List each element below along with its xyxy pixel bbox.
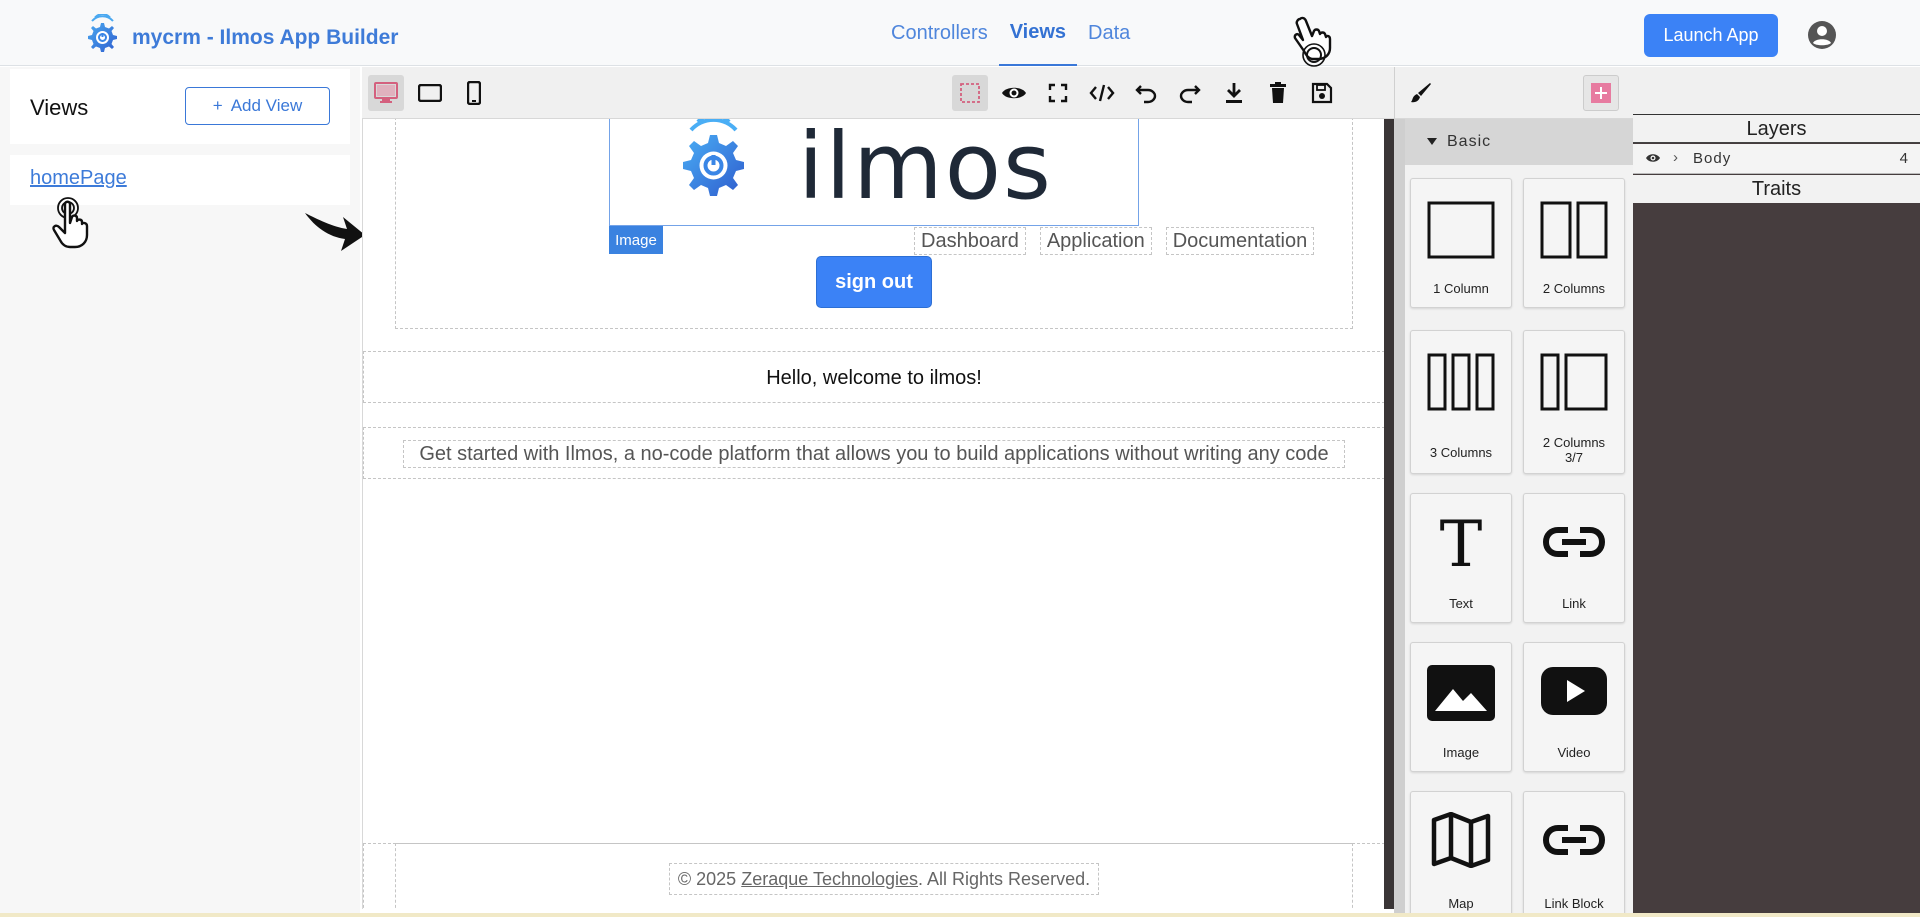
site-nav-dashboard[interactable]: Dashboard bbox=[914, 227, 1026, 255]
block-one-column[interactable]: 1 Column bbox=[1410, 178, 1512, 308]
block-video[interactable]: Video bbox=[1523, 642, 1625, 772]
style-manager-icon[interactable] bbox=[1409, 81, 1433, 110]
launch-app-button[interactable]: Launch App bbox=[1644, 14, 1778, 57]
block-link[interactable]: Link bbox=[1523, 493, 1625, 623]
layer-name: Body bbox=[1693, 150, 1732, 167]
panel-switcher bbox=[1395, 67, 1634, 119]
hand-pointer-icon bbox=[48, 195, 92, 256]
block-two-columns[interactable]: 2 Columns bbox=[1523, 178, 1625, 308]
svg-text:T: T bbox=[1440, 514, 1483, 570]
block-label: 1 Column bbox=[1433, 281, 1489, 296]
block-label: Link Block bbox=[1544, 896, 1604, 911]
block-category-basic[interactable]: Basic bbox=[1405, 119, 1634, 165]
block-label: 2 Columns 3/7 bbox=[1542, 435, 1606, 465]
footer-copyright: © 2025 bbox=[677, 869, 737, 889]
sign-out-button[interactable]: sign out bbox=[816, 256, 932, 308]
layers-traits-panel: Layers › Body 4 Traits bbox=[1633, 67, 1920, 913]
block-label: 3 Columns bbox=[1429, 445, 1493, 460]
logo-text: ilmos bbox=[798, 119, 1053, 220]
top-navbar: mycrm - Ilmos App Builder Controllers Vi… bbox=[0, 0, 1920, 67]
view-link-homepage[interactable]: homePage bbox=[30, 167, 127, 190]
video-icon bbox=[1524, 667, 1624, 715]
image-icon bbox=[1411, 665, 1511, 721]
views-panel: Views + Add View homePage bbox=[0, 67, 360, 913]
caret-down-icon bbox=[1427, 133, 1437, 151]
logo-image[interactable]: ilmos bbox=[609, 119, 1139, 226]
block-image[interactable]: Image bbox=[1410, 642, 1512, 772]
open-blocks-icon[interactable] bbox=[1583, 75, 1619, 111]
views-panel-title: Views bbox=[30, 95, 89, 120]
footer-rights: . All Rights Reserved. bbox=[918, 869, 1091, 889]
block-category-label: Basic bbox=[1447, 133, 1492, 150]
two-columns-icon bbox=[1524, 201, 1624, 259]
trash-icon[interactable] bbox=[1260, 75, 1296, 111]
editor-toolbar bbox=[362, 67, 1394, 119]
footer-text: © 2025 Zeraque Technologies. All Rights … bbox=[669, 863, 1099, 895]
preview-icon[interactable] bbox=[996, 75, 1032, 111]
block-label: Text bbox=[1449, 596, 1473, 611]
traits-title: Traits bbox=[1633, 175, 1920, 203]
layer-count: 4 bbox=[1899, 150, 1908, 167]
app-window: mycrm - Ilmos App Builder Controllers Vi… bbox=[0, 0, 1920, 917]
footer-company-link[interactable]: Zeraque Technologies bbox=[741, 869, 918, 889]
brand[interactable]: mycrm - Ilmos App Builder bbox=[80, 13, 399, 61]
redo-icon[interactable] bbox=[1172, 75, 1208, 111]
layer-item-body[interactable]: › Body 4 bbox=[1633, 144, 1920, 174]
tablet-icon[interactable] bbox=[412, 75, 448, 111]
blocks-panel: Basic 1 Column 2 Columns 3 Columns 2 Col… bbox=[1394, 67, 1634, 913]
three-columns-icon bbox=[1411, 353, 1511, 411]
brand-title: mycrm - Ilmos App Builder bbox=[132, 25, 399, 49]
intro-text: Get started with Ilmos, a no-code platfo… bbox=[403, 440, 1345, 468]
block-label: Map bbox=[1448, 896, 1474, 911]
chevron-right-icon[interactable]: › bbox=[1673, 149, 1678, 166]
map-icon bbox=[1411, 812, 1511, 868]
main-nav: Controllers Views Data bbox=[880, 0, 1141, 66]
block-label: Video bbox=[1557, 745, 1591, 760]
canvas-scrollbar[interactable] bbox=[1384, 119, 1394, 909]
block-two-columns-37[interactable]: 2 Columns 3/7 bbox=[1523, 330, 1625, 474]
add-view-button[interactable]: + Add View bbox=[185, 87, 330, 125]
curved-arrow-icon bbox=[303, 205, 367, 260]
welcome-text: Hello, welcome to ilmos! bbox=[766, 367, 982, 389]
user-account-icon[interactable] bbox=[1807, 20, 1837, 55]
download-icon[interactable] bbox=[1216, 75, 1252, 111]
ilmos-logo-icon bbox=[80, 13, 122, 61]
undo-icon[interactable] bbox=[1128, 75, 1164, 111]
blocks-scrollbar[interactable] bbox=[1395, 119, 1405, 913]
block-label: Link bbox=[1562, 596, 1586, 611]
block-map[interactable]: Map bbox=[1410, 791, 1512, 913]
editor-canvas[interactable]: ilmos Image Dashboard Application Docume… bbox=[362, 119, 1384, 909]
text-icon: T bbox=[1411, 514, 1511, 570]
eye-icon[interactable] bbox=[1645, 151, 1661, 168]
desktop-icon[interactable] bbox=[368, 75, 404, 111]
views-header: Views + Add View bbox=[10, 69, 350, 144]
nav-controllers[interactable]: Controllers bbox=[880, 0, 999, 66]
site-nav: Dashboard Application Documentation bbox=[914, 227, 1328, 255]
nav-views[interactable]: Views bbox=[998, 0, 1078, 66]
mobile-icon[interactable] bbox=[456, 75, 492, 111]
two-columns-37-icon bbox=[1524, 353, 1624, 411]
link-icon bbox=[1524, 524, 1624, 560]
selected-component-badge: Image bbox=[609, 226, 663, 254]
block-three-columns[interactable]: 3 Columns bbox=[1410, 330, 1512, 474]
site-nav-documentation[interactable]: Documentation bbox=[1165, 227, 1315, 255]
one-column-icon bbox=[1411, 201, 1511, 259]
block-label: Image bbox=[1442, 745, 1480, 760]
layers-title: Layers bbox=[1633, 115, 1920, 143]
link-block-icon bbox=[1524, 822, 1624, 858]
sw-visibility-icon[interactable] bbox=[952, 75, 988, 111]
block-label: 2 Columns bbox=[1542, 281, 1606, 296]
plus-icon: + bbox=[212, 96, 223, 115]
right-panel-header bbox=[1633, 67, 1920, 115]
block-link-block[interactable]: Link Block bbox=[1523, 791, 1625, 913]
site-nav-application[interactable]: Application bbox=[1039, 227, 1152, 255]
fullscreen-icon[interactable] bbox=[1040, 75, 1076, 111]
save-icon[interactable] bbox=[1304, 75, 1340, 111]
add-view-label: Add View bbox=[230, 96, 303, 115]
block-text[interactable]: T Text bbox=[1410, 493, 1512, 623]
ilmos-logo-icon bbox=[666, 119, 756, 210]
nav-data[interactable]: Data bbox=[1077, 0, 1141, 66]
code-icon[interactable] bbox=[1084, 75, 1120, 111]
